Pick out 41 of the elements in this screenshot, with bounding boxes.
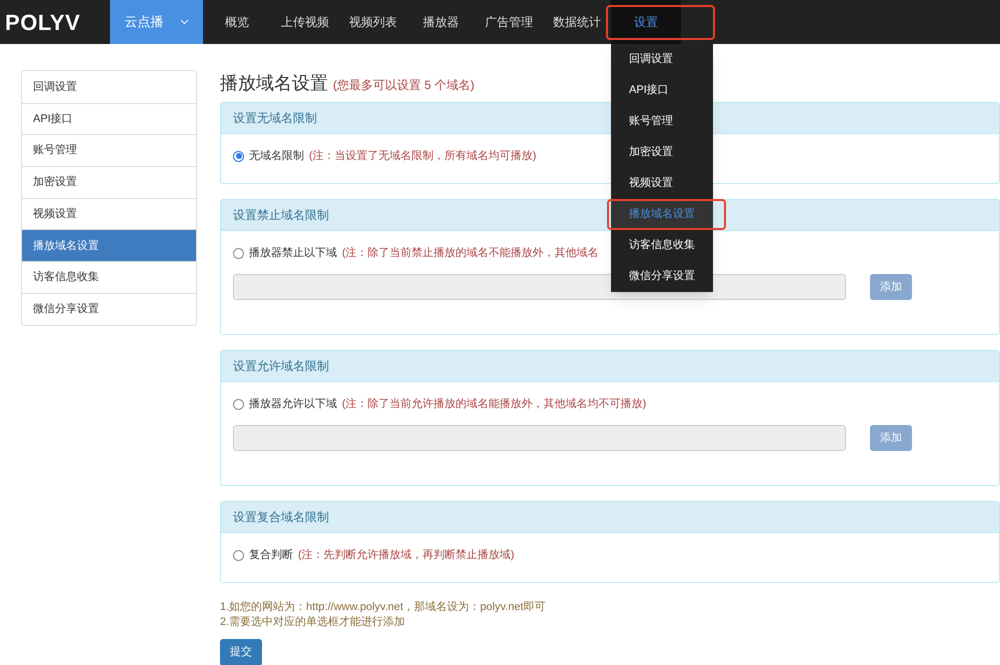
radio-button[interactable] (233, 150, 244, 162)
section-title: 设置禁止域名限制 (233, 207, 329, 224)
dropdown-item[interactable]: API接口 (611, 75, 713, 106)
option-label: 无域名限制 (249, 148, 304, 164)
hint-text: 1.如您的网站为：http://www.polyv.net，那域名设为：polyv.net即可 (220, 600, 546, 615)
nav-link[interactable]: 广告管理 (475, 0, 543, 44)
page-title: 播放域名设置 (220, 72, 328, 95)
radio-button[interactable] (233, 398, 244, 410)
option-label: 复合判断 (249, 548, 293, 563)
section-title: 设置允许域名限制 (233, 358, 329, 375)
option-note: (注：除了当前禁止播放的域名不能播放外，其他域名 (342, 246, 599, 261)
submit-button[interactable]: 提交 (220, 639, 262, 665)
radio-button[interactable] (233, 550, 244, 560)
option-note: (注：除了当前允许播放的域名能播放外，其他域名均不可播放) (342, 396, 646, 412)
radio-button[interactable] (233, 248, 244, 258)
section-title: 设置复合域名限制 (233, 509, 329, 526)
option-note: (注：当设置了无域名限制，所有域名均可播放) (309, 148, 536, 164)
logo[interactable]: POLYV (0, 0, 110, 44)
nav-link[interactable]: 设置 (611, 0, 681, 44)
nav-link[interactable]: 数据统计 (543, 0, 611, 44)
hint-text: 2.需要选中对应的单选框才能进行添加 (220, 615, 406, 630)
option-label: 播放器允许以下域 (249, 396, 337, 412)
dropdown-item[interactable]: 回调设置 (611, 44, 713, 75)
chevron-down-icon (180, 19, 188, 25)
nav-link[interactable]: 概览 (203, 0, 271, 44)
sidebar-item[interactable]: 微信分享设置 (22, 292, 196, 324)
sidebar-item[interactable]: API接口 (22, 102, 196, 134)
dropdown-item[interactable]: 视频设置 (611, 168, 713, 199)
dropdown-item[interactable]: 加密设置 (611, 137, 713, 168)
option-label: 播放器禁止以下域 (249, 246, 337, 261)
dropdown-item[interactable]: 微信分享设置 (611, 261, 713, 292)
nav-link[interactable]: 上传视频 (271, 0, 339, 44)
option-note: (注：先判断允许播放域，再判断禁止播放域) (298, 548, 514, 563)
nav-link[interactable]: 播放器 (407, 0, 475, 44)
page-subtitle: (您最多可以设置 5 个域名) (333, 77, 474, 94)
dropdown-item[interactable]: 访客信息收集 (611, 230, 713, 261)
dropdown-item[interactable]: 账号管理 (611, 106, 713, 137)
sidebar-item[interactable]: 播放域名设置 (22, 229, 196, 262)
section-title: 设置无域名限制 (233, 110, 317, 127)
nav-link[interactable]: 视频列表 (339, 0, 407, 44)
sidebar-item[interactable]: 视频设置 (22, 198, 196, 230)
